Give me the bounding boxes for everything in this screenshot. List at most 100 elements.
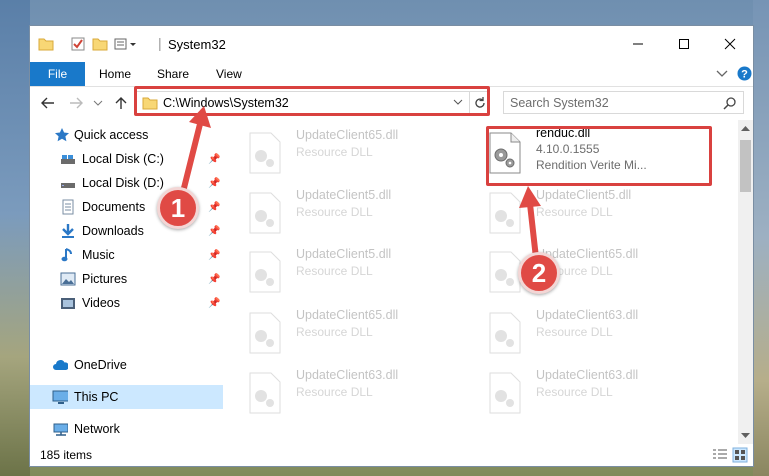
file-description: Resource DLL	[536, 205, 613, 219]
dll-file-icon	[249, 251, 281, 293]
new-folder-icon[interactable]	[92, 36, 108, 52]
file-description: Resource DLL	[296, 385, 373, 399]
file-description: Resource DLL	[536, 325, 613, 339]
sidebar-item-label: Local Disk (D:)	[82, 176, 164, 190]
sidebar-item-label: OneDrive	[74, 358, 127, 372]
file-name: UpdateClient63.dll	[536, 308, 639, 322]
scroll-down-icon[interactable]	[741, 432, 750, 439]
list-item[interactable]: UpdateClient63.dll Resource DLL	[248, 368, 478, 418]
pin-icon[interactable]: 📌	[208, 298, 220, 309]
forward-arrow-icon[interactable]	[68, 95, 84, 111]
download-icon	[62, 224, 74, 238]
sidebar-item-label: Quick access	[74, 128, 149, 142]
sidebar-item-music[interactable]: Music 📌	[30, 243, 223, 267]
help-icon[interactable]: ?	[737, 66, 752, 81]
sidebar-item-label: Music	[82, 248, 115, 262]
list-item[interactable]: UpdateClient5.dll Resource DLL	[248, 188, 478, 238]
network-icon	[53, 423, 68, 436]
item-count: 185 items	[40, 448, 93, 462]
ribbon-tabs: File Home Share View ?	[30, 62, 753, 87]
tab-share[interactable]: Share	[157, 62, 189, 86]
sidebar-item-local-disk-c[interactable]: Local Disk (C:) 📌	[30, 147, 223, 171]
details-view-icon[interactable]	[712, 448, 728, 462]
tab-home[interactable]: Home	[99, 62, 131, 86]
tab-view[interactable]: View	[216, 62, 242, 86]
file-description: Resource DLL	[296, 145, 373, 159]
search-icon[interactable]	[723, 96, 737, 110]
file-name: UpdateClient65.dll	[296, 128, 399, 142]
pin-icon[interactable]: 📌	[208, 226, 220, 237]
dll-file-icon	[489, 251, 521, 293]
desktop-wallpaper-left	[0, 0, 30, 476]
file-highlight-box	[486, 126, 712, 186]
search-input[interactable]: Search System32	[510, 96, 609, 110]
back-arrow-icon[interactable]	[40, 95, 56, 111]
file-name: UpdateClient63.dll	[536, 368, 639, 382]
music-icon	[61, 248, 72, 262]
sidebar-item-videos[interactable]: Videos 📌	[30, 291, 223, 315]
svg-text:?: ?	[741, 69, 748, 81]
dll-file-icon	[489, 312, 521, 354]
file-name: UpdateClient5.dll	[536, 188, 632, 202]
dll-file-icon	[489, 372, 521, 414]
sidebar-item-downloads[interactable]: Downloads 📌	[30, 219, 223, 243]
search-box[interactable]: Search System32	[503, 91, 744, 114]
address-highlight-box	[134, 86, 490, 116]
sidebar-item-label: Downloads	[82, 224, 144, 238]
list-item[interactable]: UpdateClient5.dll Resource DLL	[248, 247, 478, 297]
dll-file-icon	[249, 192, 281, 234]
file-name: UpdateClient65.dll	[296, 308, 399, 322]
file-name: UpdateClient5.dll	[296, 247, 392, 261]
folder-icon	[38, 38, 54, 51]
up-arrow-icon[interactable]	[113, 95, 129, 111]
list-item[interactable]: UpdateClient5.dll Resource DLL	[488, 188, 718, 238]
documents-icon	[62, 199, 74, 215]
vertical-scrollbar[interactable]	[738, 120, 753, 444]
pin-icon[interactable]: 📌	[208, 250, 220, 261]
close-icon	[724, 38, 736, 50]
sidebar-item-label: Local Disk (C:)	[82, 152, 164, 166]
sidebar-item-label: Pictures	[82, 272, 128, 286]
sidebar-item-label: This PC	[74, 390, 119, 404]
status-bar: 185 items	[30, 444, 753, 466]
minimize-icon	[633, 43, 643, 45]
minimize-button[interactable]	[615, 26, 661, 62]
sidebar-item-pictures[interactable]: Pictures 📌	[30, 267, 223, 291]
close-button[interactable]	[707, 26, 753, 62]
drive-icon	[61, 155, 75, 164]
sidebar-item-quick-access[interactable]: Quick access	[30, 123, 223, 147]
large-icons-view-icon[interactable]	[732, 447, 748, 463]
videos-icon	[61, 298, 75, 309]
customize-toolbar-icon[interactable]	[114, 36, 138, 52]
tab-file[interactable]: File	[30, 62, 85, 86]
pin-icon[interactable]: 📌	[208, 154, 220, 165]
scroll-up-icon[interactable]	[741, 125, 750, 132]
scrollbar-thumb[interactable]	[740, 140, 751, 192]
file-description: Resource DLL	[296, 264, 373, 278]
desktop-wallpaper-right	[753, 0, 769, 476]
pin-icon[interactable]: 📌	[208, 178, 220, 189]
properties-icon[interactable]	[70, 36, 86, 52]
sidebar-item-label: Network	[74, 422, 120, 436]
recent-locations-icon[interactable]	[93, 98, 103, 108]
title-separator: |	[158, 35, 162, 51]
dll-file-icon	[249, 132, 281, 174]
file-description: Resource DLL	[296, 205, 373, 219]
list-item[interactable]: UpdateClient63.dll Resource DLL	[488, 308, 718, 358]
sidebar-item-label: Videos	[82, 296, 120, 310]
pin-icon[interactable]: 📌	[208, 202, 220, 213]
expand-ribbon-icon[interactable]	[716, 69, 728, 79]
list-item[interactable]: UpdateClient65.dll Resource DLL	[248, 128, 478, 178]
sidebar-item-onedrive[interactable]: OneDrive	[30, 353, 223, 377]
file-description: Resource DLL	[296, 325, 373, 339]
sidebar-item-this-pc[interactable]: This PC	[30, 385, 223, 409]
pin-icon[interactable]: 📌	[208, 274, 220, 285]
list-item[interactable]: UpdateClient65.dll Resource DLL	[248, 308, 478, 358]
file-description: Resource DLL	[536, 385, 613, 399]
sidebar-item-network[interactable]: Network	[30, 417, 223, 441]
maximize-button[interactable]	[661, 26, 707, 62]
title-bar: | System32	[30, 26, 753, 62]
list-item[interactable]: UpdateClient63.dll Resource DLL	[488, 368, 718, 418]
pictures-icon	[60, 272, 76, 286]
sidebar-item-local-disk-d[interactable]: Local Disk (D:) 📌	[30, 171, 223, 195]
